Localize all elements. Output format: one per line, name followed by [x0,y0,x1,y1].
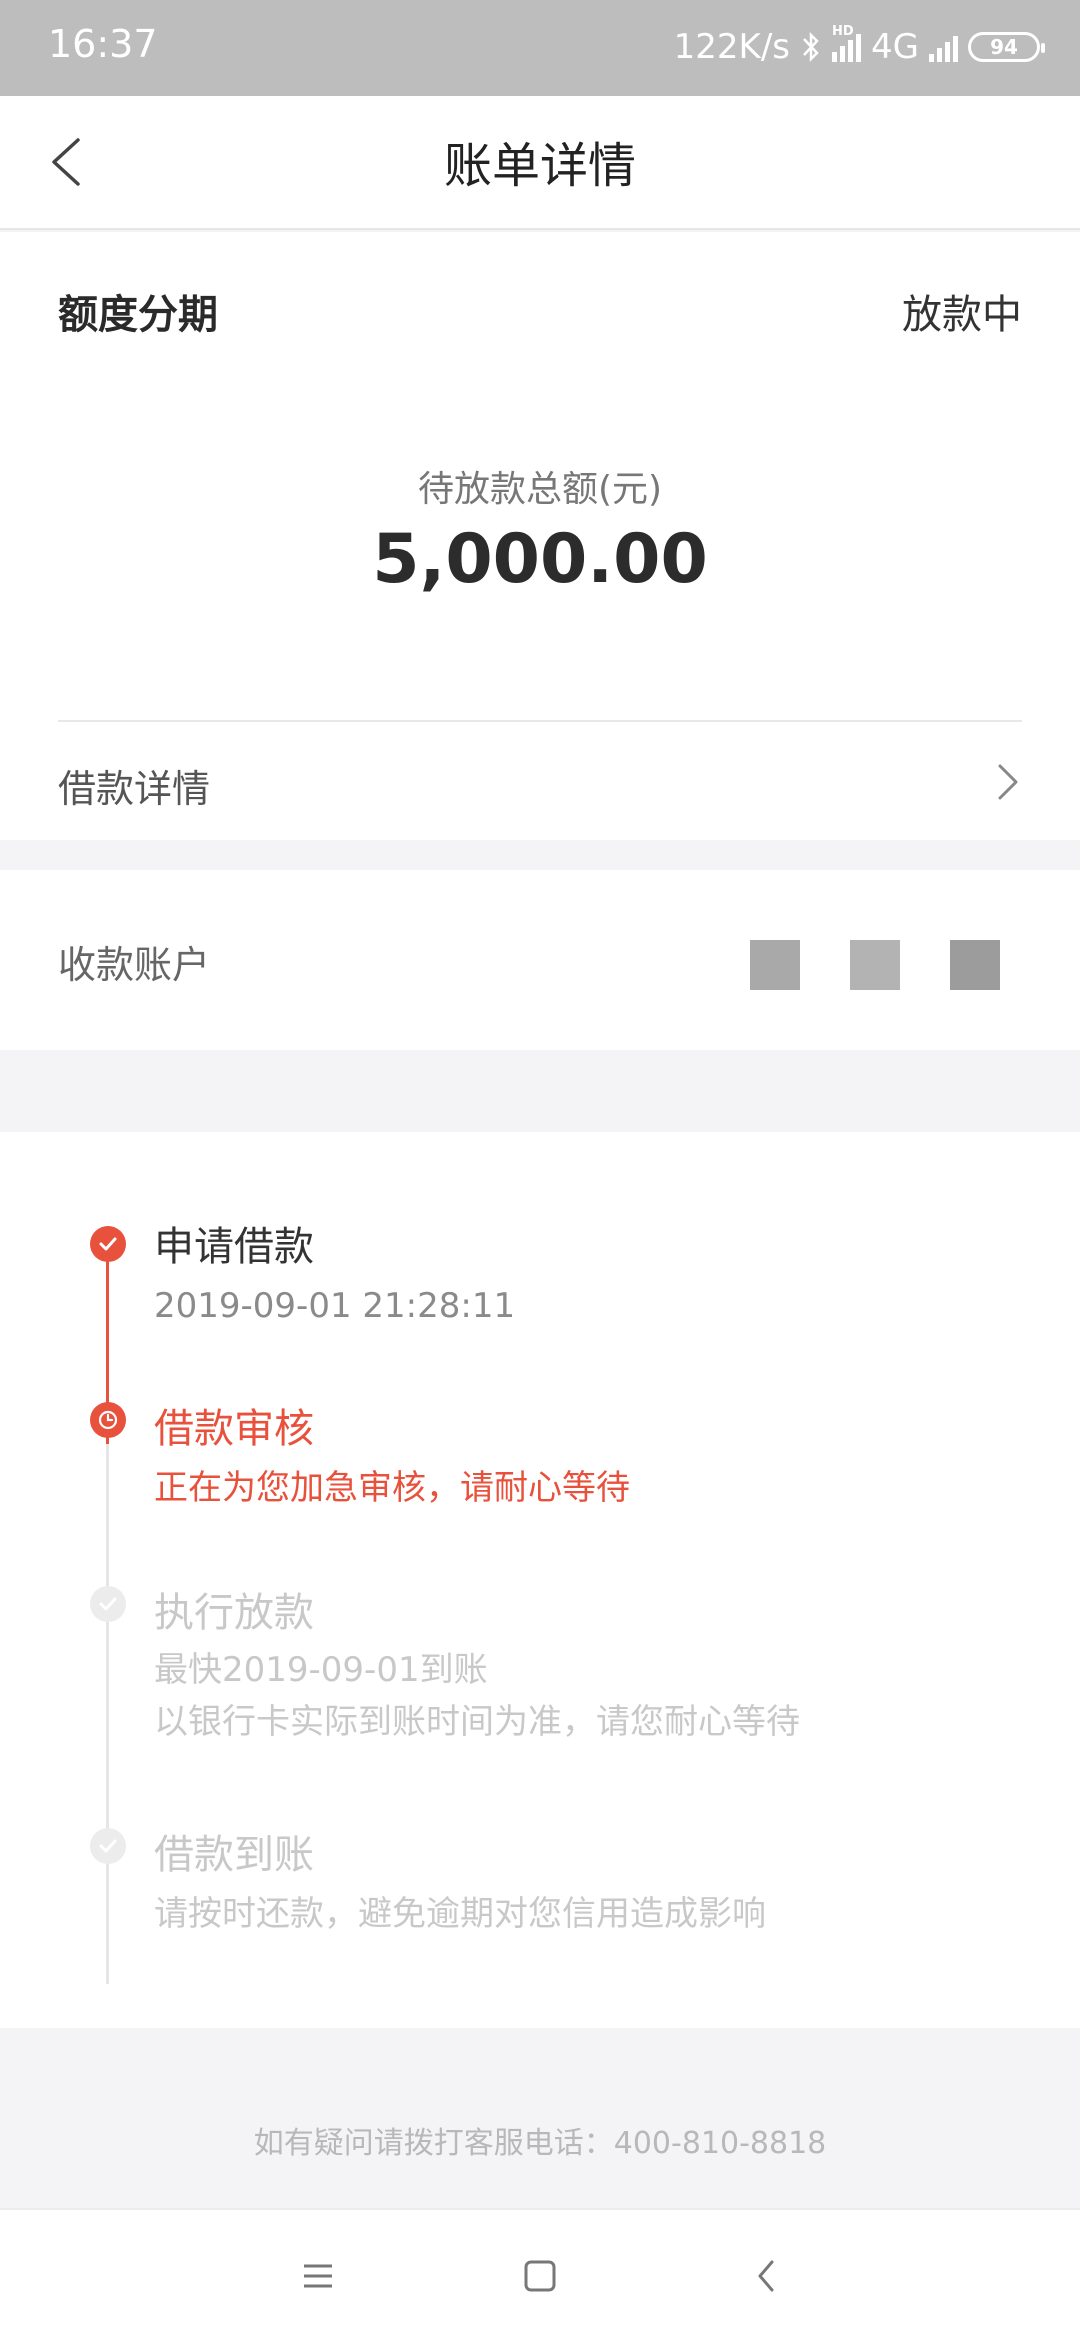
loan-detail-label: 借款详情 [58,767,211,811]
check-circle-icon [90,1828,126,1864]
network-type: 4G [871,27,919,67]
check-circle-icon [90,1226,126,1262]
hd-signal-icon: HD [832,24,862,62]
timeline-step-title: 执行放款 [154,1590,314,1636]
timeline-step-title: 申请借款 [154,1224,314,1270]
chevron-right-icon [998,764,1018,800]
battery-level: 94 [990,35,1018,59]
timeline-connector-pending [106,1444,109,1984]
customer-service-note: 如有疑问请拨打客服电话：400-810-8818 [253,2126,827,2161]
cell-signal-icon [929,32,958,62]
receiving-account-label: 收款账户 [58,943,211,987]
network-speed: 122K/s [673,27,791,67]
amount-label: 待放款总额(元) [417,469,663,510]
timeline-step-title: 借款到账 [154,1832,314,1878]
timeline-step-desc: 最快2019-09-01到账 [154,1650,488,1690]
status-time: 16:37 [48,22,158,66]
menu-icon[interactable] [288,2246,348,2306]
bill-status: 放款中 [902,292,1022,338]
app-header: 账单详情 [0,96,1080,230]
progress-timeline: 申请借款 2019-09-01 21:28:11 借款审核 正在为您加急审核，请… [0,1132,1080,2028]
timeline-step-desc: 正在为您加急审核，请耐心等待 [154,1468,630,1508]
loan-detail-row[interactable]: 借款详情 [0,722,1080,840]
timeline-step-desc: 2019-09-01 21:28:11 [154,1286,516,1326]
masked-block [750,940,800,990]
masked-block [850,940,900,990]
timeline-step-title: 借款审核 [154,1406,314,1452]
timeline-step-desc: 请按时还款，避免逾期对您信用造成影响 [154,1894,766,1934]
back-triangle-icon[interactable] [736,2246,796,2306]
bluetooth-icon [803,31,819,63]
receiving-account-card: 收款账户 [0,870,1080,1050]
system-nav-bar [0,2208,1080,2340]
clock-circle-icon [90,1402,126,1438]
account-masked-blocks [750,940,1000,990]
home-square-icon[interactable] [510,2246,570,2306]
amount-value: 5,000.00 [372,520,708,599]
status-bar: 16:37 122K/s HD 4G 94 [0,0,1080,96]
battery-icon: 94 [968,32,1045,62]
masked-block [950,940,1000,990]
check-circle-icon [90,1586,126,1622]
timeline-step-desc: 以银行卡实际到账时间为准，请您耐心等待 [154,1702,800,1742]
bill-summary-card: 额度分期 放款中 待放款总额(元) 5,000.00 借款详情 [0,232,1080,840]
bill-type: 额度分期 [58,292,218,338]
status-icons: 122K/s HD 4G 94 [673,22,1045,72]
page-title: 账单详情 [443,138,636,194]
